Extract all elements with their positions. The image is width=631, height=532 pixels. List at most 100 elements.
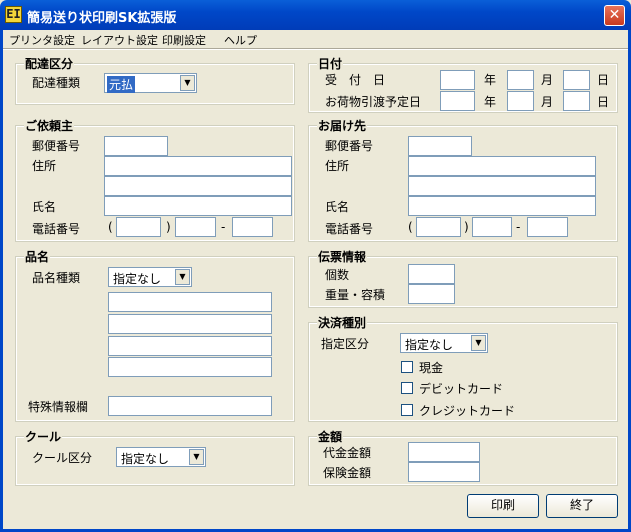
client-phone-exchange-input[interactable]: [175, 217, 216, 237]
cool-group: クール クール区分 指定なし ▼: [15, 428, 295, 486]
planned-day-input[interactable]: [563, 91, 590, 111]
received-day-input[interactable]: [563, 70, 590, 90]
client-address-input-2[interactable]: [104, 176, 292, 196]
amount-group-title: 金額: [317, 428, 344, 445]
delivery-type-label: 配達種類: [32, 76, 81, 90]
recipient-phone-label: 電話番号: [325, 222, 374, 236]
payment-group-title: 決済種別: [317, 314, 368, 331]
received-month-input[interactable]: [507, 70, 534, 90]
client-address-input-1[interactable]: [104, 156, 292, 176]
recipient-phone-paren-close: ): [464, 220, 469, 234]
recipient-address-label: 住所: [325, 159, 350, 173]
delivery-type-value: 元払: [107, 76, 136, 93]
delivery-type-select[interactable]: 元払 ▼: [104, 73, 197, 93]
debit-card-label: デビットカード: [419, 382, 504, 396]
cash-label: 現金: [419, 361, 444, 375]
planned-year-unit: 年: [484, 95, 497, 109]
product-type-select[interactable]: 指定なし ▼: [108, 267, 192, 287]
payment-type-value: 指定なし: [405, 338, 454, 352]
menu-help[interactable]: ヘルプ: [224, 32, 257, 48]
client-group: ご依頼主 郵便番号 住所 氏名 電話番号 ( ) -: [15, 117, 295, 242]
menu-printer-settings[interactable]: プリンタ設定: [9, 32, 75, 48]
date-group-title: 日付: [317, 55, 344, 72]
debit-card-checkbox[interactable]: [401, 382, 413, 394]
client-group-title: ご依頼主: [24, 117, 75, 134]
close-button[interactable]: ✕: [604, 5, 625, 26]
cool-group-title: クール: [24, 428, 63, 445]
exit-button[interactable]: 終了: [546, 494, 618, 518]
payment-group: 決済種別 指定区分 指定なし ▼ 現金 デビットカード クレジットカード: [308, 314, 618, 422]
date-group: 日付 受 付 日 年 月 日 お荷物引渡予定日 年 月 日: [308, 55, 618, 113]
product-name-input-3[interactable]: [108, 336, 272, 356]
product-type-value: 指定なし: [113, 272, 162, 286]
chevron-down-icon[interactable]: ▼: [180, 75, 195, 91]
slip-count-label: 個数: [325, 268, 350, 282]
cod-amount-input[interactable]: [408, 442, 480, 462]
client-phone-dash: -: [221, 220, 226, 234]
received-year-input[interactable]: [440, 70, 475, 90]
client-name-input[interactable]: [104, 196, 292, 216]
client-phone-label: 電話番号: [32, 222, 81, 236]
chevron-down-icon[interactable]: ▼: [471, 335, 486, 351]
app-icon[interactable]: EI: [5, 6, 22, 23]
menu-bar: プリンタ設定 レイアウト設定 印刷設定 ヘルプ: [3, 30, 628, 48]
payment-type-select[interactable]: 指定なし ▼: [400, 333, 488, 353]
cash-checkbox[interactable]: [401, 361, 413, 373]
planned-month-unit: 月: [541, 95, 554, 109]
planned-year-input[interactable]: [440, 91, 475, 111]
chevron-down-icon[interactable]: ▼: [189, 449, 204, 465]
cool-type-select[interactable]: 指定なし ▼: [116, 447, 206, 467]
special-info-input[interactable]: [108, 396, 272, 416]
product-type-label: 品名種類: [32, 271, 81, 285]
slip-group-title: 伝票情報: [317, 248, 368, 265]
recipient-name-input[interactable]: [408, 196, 596, 216]
cool-type-value: 指定なし: [121, 452, 170, 466]
client-phone-area-input[interactable]: [116, 217, 161, 237]
delivery-group: 配達区分 配達種類 元払 ▼: [15, 55, 295, 105]
menu-print-settings[interactable]: 印刷設定: [162, 32, 206, 48]
product-name-input-4[interactable]: [108, 357, 272, 377]
recipient-phone-number-input[interactable]: [527, 217, 568, 237]
payment-type-label: 指定区分: [321, 337, 370, 351]
delivery-group-title: 配達区分: [24, 55, 75, 72]
received-year-unit: 年: [484, 73, 497, 87]
print-button[interactable]: 印刷: [467, 494, 539, 518]
recipient-name-label: 氏名: [325, 200, 350, 214]
received-day-unit: 日: [597, 73, 610, 87]
recipient-address-input-1[interactable]: [408, 156, 596, 176]
chevron-down-icon[interactable]: ▼: [175, 269, 190, 285]
insurance-amount-input[interactable]: [408, 462, 480, 482]
client-name-label: 氏名: [32, 200, 57, 214]
recipient-postal-input[interactable]: [408, 136, 472, 156]
slip-group: 伝票情報 個数 重量・容積: [308, 248, 618, 308]
product-group: 品名 品名種類 指定なし ▼ 特殊情報欄: [15, 248, 295, 422]
product-group-title: 品名: [24, 248, 51, 265]
received-month-unit: 月: [541, 73, 554, 87]
credit-card-label: クレジットカード: [419, 404, 516, 418]
client-phone-number-input[interactable]: [232, 217, 273, 237]
recipient-address-input-2[interactable]: [408, 176, 596, 196]
product-name-input-2[interactable]: [108, 314, 272, 334]
recipient-phone-area-input[interactable]: [416, 217, 461, 237]
credit-card-checkbox[interactable]: [401, 404, 413, 416]
slip-weight-input[interactable]: [408, 284, 455, 304]
recipient-phone-dash: -: [516, 220, 521, 234]
recipient-postal-label: 郵便番号: [325, 139, 374, 153]
window-title: 簡易送り状印刷SK拡張版: [27, 11, 177, 26]
client-postal-label: 郵便番号: [32, 139, 81, 153]
client-phone-paren-close: ): [166, 220, 171, 234]
slip-count-input[interactable]: [408, 264, 455, 284]
amount-group: 金額 代金金額 保険金額: [308, 428, 618, 486]
recipient-phone-exchange-input[interactable]: [472, 217, 512, 237]
recipient-group-title: お届け先: [317, 117, 368, 134]
client-postal-input[interactable]: [104, 136, 168, 156]
recipient-group: お届け先 郵便番号 住所 氏名 電話番号 ( ) -: [308, 117, 618, 242]
received-date-label: 受 付 日: [325, 73, 386, 87]
planned-month-input[interactable]: [507, 91, 534, 111]
insurance-amount-label: 保険金額: [323, 466, 372, 480]
product-name-input-1[interactable]: [108, 292, 272, 312]
client-address-label: 住所: [32, 159, 57, 173]
slip-weight-label: 重量・容積: [325, 288, 386, 302]
planned-date-label: お荷物引渡予定日: [325, 95, 422, 109]
menu-layout-settings[interactable]: レイアウト設定: [81, 32, 158, 48]
